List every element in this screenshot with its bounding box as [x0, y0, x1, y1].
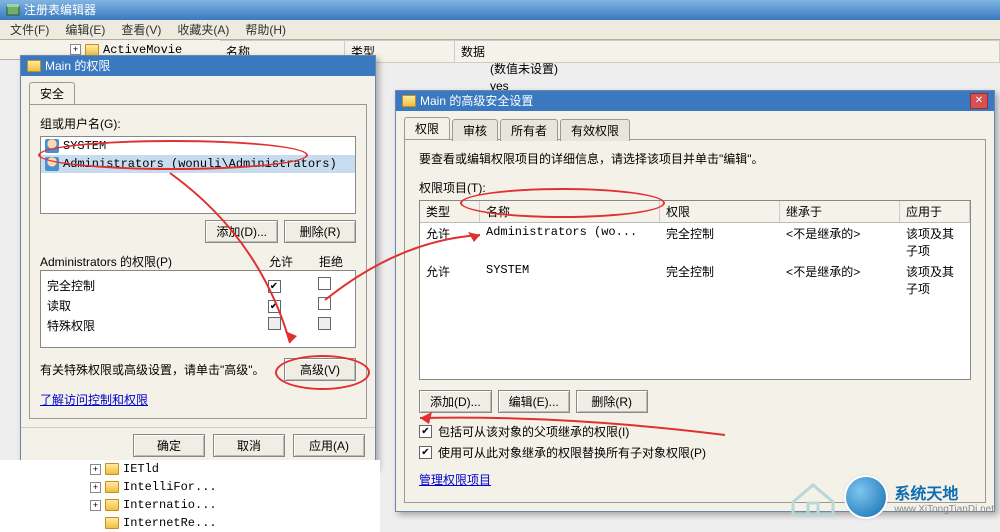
- permissions-titlebar[interactable]: Main 的权限: [21, 56, 375, 76]
- tree-expand-icon[interactable]: +: [70, 44, 81, 55]
- add-button[interactable]: 添加(D)...: [205, 220, 278, 243]
- th-apply[interactable]: 应用于: [900, 201, 970, 223]
- tree-expand-icon[interactable]: +: [90, 464, 101, 475]
- watermark-logo: 系统天地 www.XiTongTianDi.net: [788, 477, 994, 517]
- perm-grid: 完全控制 ✔ 读取 ✔ 特殊权限: [40, 270, 356, 348]
- menubar: 文件(F) 编辑(E) 查看(V) 收藏夹(A) 帮助(H): [0, 20, 1000, 40]
- th-type[interactable]: 类型: [420, 201, 480, 223]
- app-titlebar: 注册表编辑器: [0, 0, 1000, 20]
- group-users-label: 组或用户名(G):: [40, 115, 356, 132]
- col-data[interactable]: 数据: [455, 41, 1000, 62]
- tree-fragment: +IETld +IntelliFor... +Internatio... Int…: [0, 460, 380, 532]
- menu-file[interactable]: 文件(F): [10, 21, 49, 38]
- adv-intro: 要查看或编辑权限项目的详细信息，请选择该项目并单击"编辑"。: [419, 150, 971, 167]
- regedit-icon: [6, 3, 20, 17]
- table-row[interactable]: 允许 Administrators (wo... 完全控制 <不是继承的> 该项…: [420, 223, 970, 261]
- advanced-button[interactable]: 高级(V): [284, 358, 356, 381]
- special-note: 有关特殊权限或高级设置，请单击"高级"。: [40, 361, 276, 378]
- perm-for-label: Administrators 的权限(P): [40, 253, 256, 270]
- tab-permissions[interactable]: 权限: [404, 117, 450, 139]
- tree-expand-icon[interactable]: +: [90, 500, 101, 511]
- logo-url: www.XiTongTianDi.net: [894, 504, 994, 515]
- value-not-set: (数值未设置): [460, 60, 558, 77]
- checkbox[interactable]: [268, 317, 281, 330]
- perm-special: 特殊权限: [47, 317, 249, 334]
- folder-icon: [105, 481, 119, 493]
- menu-view[interactable]: 查看(V): [121, 21, 161, 38]
- folder-icon: [105, 463, 119, 475]
- tree-node[interactable]: +Internatio...: [0, 496, 380, 514]
- menu-favorites[interactable]: 收藏夹(A): [177, 21, 229, 38]
- table-row[interactable]: 允许 SYSTEM 完全控制 <不是继承的> 该项及其子项: [420, 261, 970, 299]
- permissions-title: Main 的权限: [45, 56, 110, 76]
- permissions-dialog: Main 的权限 安全 组或用户名(G): SYSTEM Administrat…: [20, 55, 376, 468]
- perm-read: 读取: [47, 297, 249, 314]
- folder-icon: [402, 95, 416, 107]
- checkbox[interactable]: ✔: [268, 280, 281, 293]
- perm-items-table[interactable]: 类型 名称 权限 继承于 应用于 允许 Administrators (wo..…: [419, 200, 971, 380]
- tab-owner[interactable]: 所有者: [500, 119, 558, 141]
- folder-icon: [105, 499, 119, 511]
- group-users-list[interactable]: SYSTEM Administrators (wonuli\Administra…: [40, 136, 356, 214]
- perm-items-label: 权限项目(T):: [419, 179, 971, 196]
- col-deny: 拒绝: [306, 253, 356, 270]
- tree-node[interactable]: +IntelliFor...: [0, 478, 380, 496]
- cancel-button[interactable]: 取消: [213, 434, 285, 457]
- logo-text: 系统天地: [894, 480, 994, 504]
- apply-button[interactable]: 应用(A): [293, 434, 365, 457]
- folder-icon: [105, 517, 119, 529]
- perm-full-control: 完全控制: [47, 277, 249, 294]
- data-area: (数值未设置) yes: [460, 60, 558, 93]
- checkbox[interactable]: [318, 317, 331, 330]
- tree-expand-icon[interactable]: +: [90, 482, 101, 493]
- adv-title: Main 的高级安全设置: [420, 91, 533, 111]
- tab-security[interactable]: 安全: [29, 82, 75, 104]
- app-title: 注册表编辑器: [24, 0, 96, 20]
- folder-icon: [85, 44, 99, 56]
- tree-node[interactable]: InternetRe...: [0, 514, 380, 532]
- th-inherit[interactable]: 继承于: [780, 201, 900, 223]
- checkbox[interactable]: ✔: [419, 425, 432, 438]
- help-link[interactable]: 了解访问控制和权限: [40, 391, 148, 408]
- th-perm[interactable]: 权限: [660, 201, 780, 223]
- menu-edit[interactable]: 编辑(E): [65, 21, 105, 38]
- tab-effective[interactable]: 有效权限: [560, 119, 630, 141]
- checkbox[interactable]: [318, 297, 331, 310]
- checkbox[interactable]: [318, 277, 331, 290]
- menu-help[interactable]: 帮助(H): [245, 21, 286, 38]
- checkbox[interactable]: ✔: [268, 300, 281, 313]
- folder-icon: [27, 60, 41, 72]
- logo-badge-icon: [846, 477, 886, 517]
- remove-button[interactable]: 删除(R): [284, 220, 356, 243]
- manage-link[interactable]: 管理权限项目: [419, 471, 491, 488]
- group-icon: [45, 157, 59, 171]
- ok-button[interactable]: 确定: [133, 434, 205, 457]
- edit-button[interactable]: 编辑(E)...: [498, 390, 570, 413]
- remove-button[interactable]: 删除(R): [576, 390, 648, 413]
- user-icon: [45, 139, 59, 153]
- tab-audit[interactable]: 审核: [452, 119, 498, 141]
- add-button[interactable]: 添加(D)...: [419, 390, 492, 413]
- list-item[interactable]: Administrators (wonuli\Administrators): [41, 155, 355, 173]
- th-name[interactable]: 名称: [480, 201, 660, 223]
- cb-replace-label: 使用可从此对象继承的权限替换所有子对象权限(P): [438, 444, 706, 461]
- close-icon[interactable]: ✕: [970, 93, 988, 109]
- list-item[interactable]: SYSTEM: [41, 137, 355, 155]
- house-icon: [788, 477, 838, 517]
- checkbox[interactable]: ✔: [419, 446, 432, 459]
- tree-node[interactable]: +IETld: [0, 460, 380, 478]
- col-allow: 允许: [256, 253, 306, 270]
- adv-titlebar[interactable]: Main 的高级安全设置 ✕: [396, 91, 994, 111]
- cb-inherit-label: 包括可从该对象的父项继承的权限(I): [438, 423, 629, 440]
- advanced-security-dialog: Main 的高级安全设置 ✕ 权限 审核 所有者 有效权限 要查看或编辑权限项目…: [395, 90, 995, 512]
